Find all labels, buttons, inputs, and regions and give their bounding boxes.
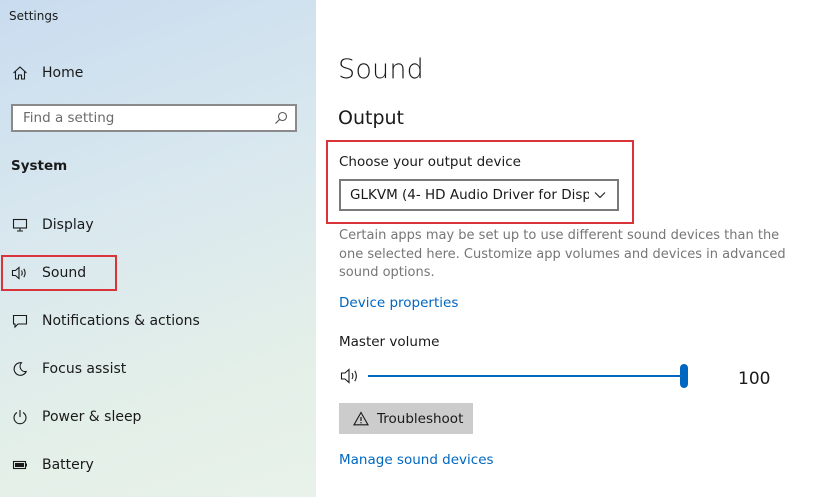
- volume-icon[interactable]: [340, 366, 362, 386]
- manage-sound-devices-link[interactable]: Manage sound devices: [339, 452, 494, 468]
- output-device-value: GLKVM (4- HD Audio Driver for Disp...: [350, 187, 589, 203]
- sidebar-item-label: Focus assist: [42, 361, 127, 377]
- volume-value: 100: [738, 369, 771, 389]
- search-input[interactable]: [13, 109, 271, 127]
- sound-highlight-box: [1, 255, 117, 291]
- chevron-down-icon: [589, 191, 611, 199]
- power-icon: [11, 408, 29, 426]
- sidebar-item-label: Display: [42, 217, 94, 233]
- sidebar-item-label: Notifications & actions: [42, 313, 200, 329]
- window-title: Settings: [9, 9, 59, 23]
- main-content: Sound Output Choose your output device G…: [316, 0, 822, 497]
- search-box[interactable]: [11, 104, 297, 132]
- troubleshoot-button[interactable]: Troubleshoot: [339, 403, 473, 434]
- device-properties-link[interactable]: Device properties: [339, 295, 458, 311]
- sidebar-item-focus-assist[interactable]: Focus assist: [0, 351, 316, 387]
- section-label-system: System: [11, 158, 68, 174]
- sidebar-item-notifications[interactable]: Notifications & actions: [0, 303, 316, 339]
- sidebar-item-battery[interactable]: Battery: [0, 447, 316, 483]
- page-title: Sound: [338, 54, 425, 85]
- home-label: Home: [42, 65, 84, 81]
- output-device-label: Choose your output device: [339, 154, 521, 170]
- sidebar-item-label: Battery: [42, 457, 94, 473]
- sidebar-item-label: Power & sleep: [42, 409, 142, 425]
- master-volume-label: Master volume: [339, 334, 440, 350]
- notification-icon: [11, 312, 29, 330]
- home-icon: [11, 64, 29, 82]
- battery-icon: [11, 456, 29, 474]
- sidebar-item-power-sleep[interactable]: Power & sleep: [0, 399, 316, 435]
- sidebar-item-display[interactable]: Display: [0, 207, 316, 243]
- output-device-dropdown[interactable]: GLKVM (4- HD Audio Driver for Disp...: [339, 179, 619, 211]
- search-icon[interactable]: [271, 108, 291, 128]
- volume-slider-thumb[interactable]: [680, 364, 688, 388]
- warning-icon: [353, 411, 369, 427]
- troubleshoot-label: Troubleshoot: [377, 410, 464, 427]
- master-volume-slider[interactable]: [368, 364, 688, 388]
- output-header: Output: [338, 107, 404, 129]
- sidebar: Settings Home System Display Sound Notif…: [0, 0, 316, 497]
- moon-icon: [11, 360, 29, 378]
- output-description: Certain apps may be set up to use differ…: [339, 228, 786, 280]
- monitor-icon: [11, 216, 29, 234]
- volume-slider-track: [368, 375, 684, 377]
- home-button[interactable]: Home: [0, 55, 316, 91]
